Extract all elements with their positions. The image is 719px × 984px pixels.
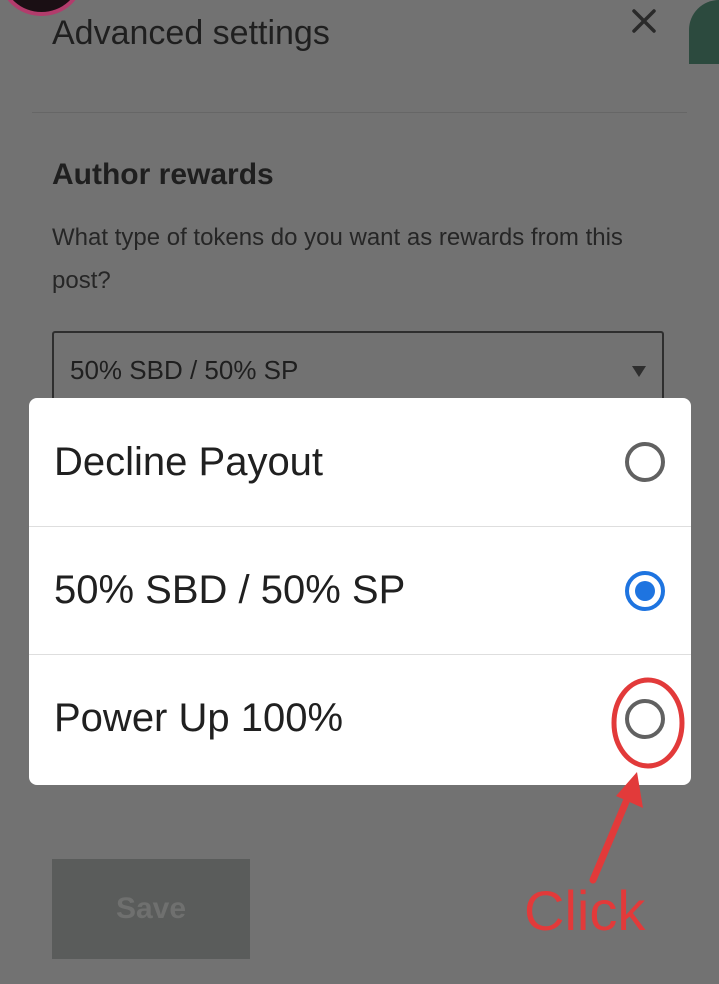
radio-unchecked-icon[interactable] xyxy=(625,698,665,739)
option-label: Decline Payout xyxy=(54,439,324,484)
section-description: What type of tokens do you want as rewar… xyxy=(52,224,623,294)
corner-decoration xyxy=(689,0,719,64)
click-annotation-label: Click xyxy=(524,879,646,942)
page-title: Advanced settings xyxy=(52,14,330,52)
close-icon[interactable] xyxy=(625,2,663,40)
chevron-down-icon xyxy=(632,366,646,377)
section-title: Author rewards xyxy=(52,158,274,191)
arrow-shaft xyxy=(589,786,635,884)
rewards-options-dialog: Decline Payout 50% SBD / 50% SP Power Up… xyxy=(29,398,691,785)
save-button[interactable]: Save xyxy=(52,859,250,959)
radio-checked-icon[interactable] xyxy=(625,570,665,611)
option-power-up-100[interactable]: Power Up 100% xyxy=(29,654,691,782)
radio-unchecked-icon[interactable] xyxy=(625,442,665,482)
option-label: 50% SBD / 50% SP xyxy=(54,568,406,612)
rewards-select-value: 50% SBD / 50% SP xyxy=(70,355,299,385)
option-decline-payout[interactable]: Decline Payout xyxy=(29,398,691,526)
header-divider xyxy=(32,112,687,113)
option-50-sbd-50-sp[interactable]: 50% SBD / 50% SP xyxy=(29,526,691,654)
option-label: Power Up 100% xyxy=(54,696,344,740)
